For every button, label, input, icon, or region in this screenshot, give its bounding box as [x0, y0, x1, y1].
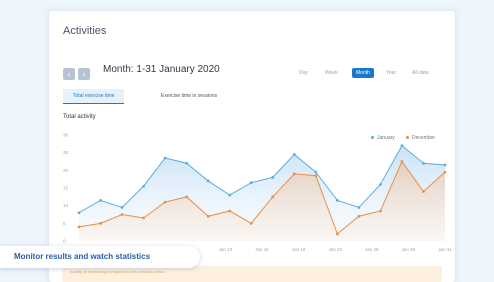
- activities-card: Activities ‹ › Month: 1-31 January 2020 …: [49, 11, 455, 282]
- december-point[interactable]: [163, 200, 167, 204]
- x-tick-label: Jan 28: [402, 247, 416, 252]
- december-point[interactable]: [77, 225, 81, 229]
- x-tick-label: Jan 22: [328, 247, 342, 252]
- y-tick-label: 30: [63, 133, 69, 138]
- december-point[interactable]: [379, 209, 382, 213]
- december-point[interactable]: [422, 190, 425, 193]
- y-tick-label: 10: [63, 203, 69, 208]
- x-tick-label: Jan 16: [255, 247, 269, 252]
- january-point[interactable]: [400, 144, 404, 148]
- december-point[interactable]: [271, 195, 275, 199]
- y-tick-label: 20: [63, 168, 69, 173]
- january-point[interactable]: [335, 198, 339, 202]
- feature-tooltip: Monitor results and watch statistics: [0, 246, 200, 268]
- x-tick-label: Jan 19: [292, 247, 306, 252]
- y-tick-label: 15: [63, 186, 69, 191]
- y-tick-label: 25: [63, 150, 69, 155]
- banner-text: Activity is increasing compared to the p…: [70, 269, 165, 274]
- x-tick-label: Jan 25: [365, 247, 379, 252]
- info-banner: Activity is increasing compared to the p…: [62, 266, 442, 282]
- january-point[interactable]: [314, 170, 318, 174]
- december-point[interactable]: [314, 174, 318, 178]
- y-tick-label: 5: [63, 221, 66, 226]
- december-point[interactable]: [357, 214, 361, 218]
- december-point[interactable]: [206, 214, 210, 218]
- january-point[interactable]: [443, 163, 447, 167]
- x-tick-label: Jan 13: [219, 247, 233, 252]
- january-point[interactable]: [163, 156, 167, 160]
- january-point[interactable]: [292, 153, 296, 156]
- january-point[interactable]: [271, 176, 275, 179]
- december-point[interactable]: [228, 209, 232, 213]
- january-point[interactable]: [77, 211, 81, 215]
- january-point[interactable]: [357, 206, 361, 209]
- december-point[interactable]: [249, 221, 253, 225]
- january-point[interactable]: [120, 206, 124, 209]
- december-point[interactable]: [335, 232, 339, 236]
- december-point[interactable]: [400, 160, 404, 163]
- january-point[interactable]: [422, 161, 425, 165]
- december-point[interactable]: [142, 216, 145, 220]
- january-point[interactable]: [249, 181, 253, 185]
- x-tick-label: Jan 31: [438, 247, 452, 252]
- y-tick-label: 0: [63, 239, 66, 244]
- december-point[interactable]: [443, 170, 447, 174]
- january-point[interactable]: [228, 193, 232, 197]
- january-point[interactable]: [206, 179, 210, 183]
- january-point[interactable]: [142, 184, 145, 188]
- january-point[interactable]: [185, 161, 189, 165]
- december-point[interactable]: [99, 221, 102, 225]
- activity-chart: 051015202530Jan 1Jan 4Jan 7Jan 10Jan 13J…: [63, 133, 452, 253]
- january-point[interactable]: [99, 198, 102, 202]
- december-point[interactable]: [292, 172, 296, 176]
- january-point[interactable]: [379, 183, 382, 186]
- december-point[interactable]: [120, 213, 124, 216]
- december-point[interactable]: [185, 195, 189, 199]
